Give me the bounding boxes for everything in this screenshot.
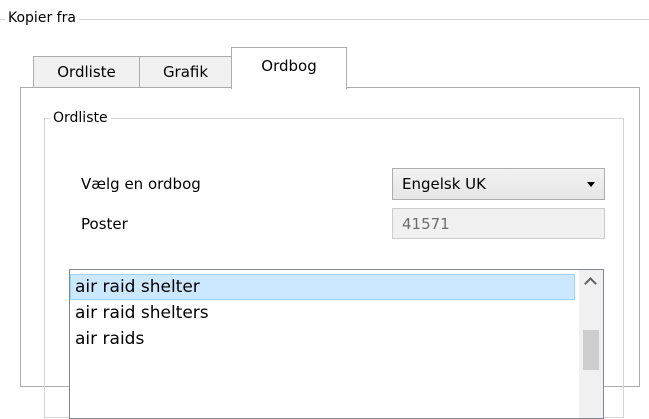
entries-count-value: 41571 — [402, 215, 450, 233]
tab-ordbog[interactable]: Ordbog — [231, 47, 347, 89]
dictionary-select-value: Engelsk UK — [402, 175, 486, 193]
chevron-up-icon[interactable] — [579, 270, 603, 294]
tab-grafik[interactable]: Grafik — [139, 56, 232, 88]
outer-group-frame — [0, 19, 649, 20]
list-item[interactable]: air raid shelter — [70, 274, 575, 300]
dictionary-label: Vælg en ordbog — [81, 175, 201, 193]
entries-count-field: 41571 — [392, 208, 605, 239]
scrollbar-thumb[interactable] — [583, 330, 599, 370]
entries-label: Poster — [81, 215, 128, 233]
list-item[interactable]: air raids — [70, 327, 575, 353]
tab-ordliste[interactable]: Ordliste — [33, 56, 140, 88]
chevron-down-icon[interactable] — [587, 182, 595, 187]
tab-panel-ordbog: Ordliste Vælg en ordbog Engelsk UK Poste… — [20, 87, 640, 419]
vertical-scrollbar[interactable] — [579, 270, 603, 418]
list-item[interactable]: air raid shelters — [70, 301, 575, 327]
outer-group-title: Kopier fra — [5, 9, 79, 27]
word-listbox[interactable]: air raid shelter air raid shelters air r… — [69, 269, 604, 419]
dictionary-select[interactable]: Engelsk UK — [392, 168, 605, 200]
inner-group-ordliste: Ordliste Vælg en ordbog Engelsk UK Poste… — [44, 109, 624, 419]
inner-group-title: Ordliste — [50, 109, 111, 127]
